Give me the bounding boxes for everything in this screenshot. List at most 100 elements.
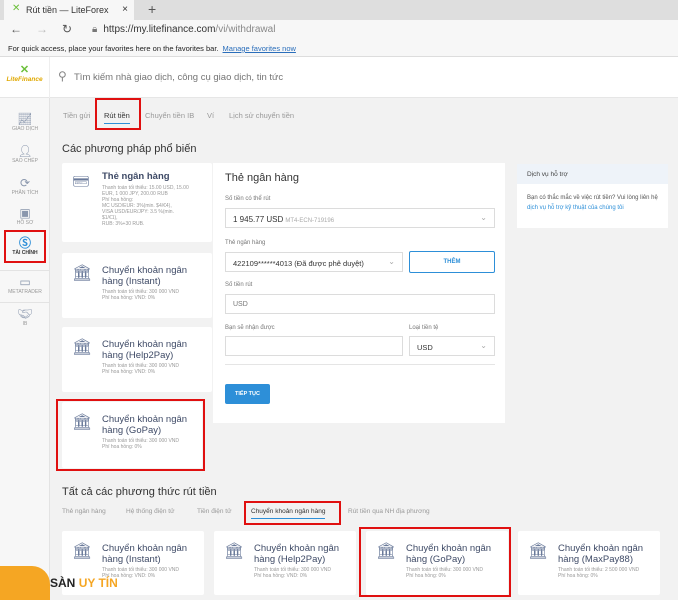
section-title-popular: Các phương pháp phổ biến xyxy=(62,143,197,155)
withdrawal-form: Thẻ ngân hàng Số tiền có thể rút 1 945.7… xyxy=(213,163,505,423)
sidebar-label: IB xyxy=(22,321,28,327)
highlight-box xyxy=(244,501,341,525)
new-tab-icon[interactable]: + xyxy=(148,1,156,17)
card-detail: Phí hoa hồng: VND: 0% xyxy=(102,369,156,375)
tab-lich-su[interactable]: Lịch sử chuyển tiền xyxy=(229,111,294,120)
card-title: hàng (Instant) xyxy=(102,554,161,565)
card-title: Chuyển khoản ngân xyxy=(102,339,188,350)
user-icon: 👤︎ xyxy=(17,144,33,158)
sidebar-item-giao-dich[interactable]: 📈︎ GIAO DỊCH xyxy=(0,112,50,132)
account-id: MT4-ECN-719196 xyxy=(285,218,335,224)
url-path: /vi/withdrawal xyxy=(215,24,276,35)
analysis-icon: ⟳ xyxy=(19,176,31,190)
watermark-logo-icon xyxy=(0,566,50,600)
account-select[interactable]: 1 945.77 USD MT4-ECN-719196 ⌄ xyxy=(225,208,495,228)
card-value: 422109******4013 (Đã được phê duyệt) xyxy=(233,259,364,268)
all-method-card-help2pay[interactable]: 🏛︎ Chuyển khoản ngân hàng (Help2Pay) Than… xyxy=(214,531,356,595)
favbar-text: For quick access, place your favorites h… xyxy=(8,44,219,53)
sidebar-label: GIAO DỊCH xyxy=(11,126,39,132)
support-text: Bạn có thắc mắc về việc rút tiền? Vui lò… xyxy=(527,195,658,201)
highlight-box xyxy=(56,399,205,471)
refresh-icon[interactable]: ↻ xyxy=(62,22,72,36)
method-tab-local-bank[interactable]: Rút tiền qua NH địa phương xyxy=(348,508,430,515)
card-select[interactable]: 422109******4013 (Đã được phê duyệt) ⌄ xyxy=(225,252,403,272)
highlight-box xyxy=(4,230,46,263)
back-icon[interactable]: ← xyxy=(10,22,22,36)
bank-icon: 🏛︎ xyxy=(72,543,93,560)
logo-mark-icon: ✕ xyxy=(19,64,30,76)
sidebar-item-sao-chep[interactable]: 👤︎ SAO CHÉP xyxy=(0,144,50,164)
method-tab-crypto[interactable]: Tiền điện tử xyxy=(197,508,231,515)
receive-field[interactable] xyxy=(225,336,403,356)
tab-vi[interactable]: Ví xyxy=(207,111,214,120)
all-method-card-maxpay88[interactable]: 🏛︎ Chuyển khoản ngân hàng (MaxPay88) Than… xyxy=(518,531,660,595)
sidebar-label: HỒ SƠ xyxy=(16,220,34,226)
chevron-down-icon: ⌄ xyxy=(388,257,395,266)
card-detail: Phí hoa hồng: VND: 0% xyxy=(102,295,156,301)
highlight-box xyxy=(95,98,141,130)
profile-icon: ▣ xyxy=(19,206,31,220)
sidebar-item-phan-tich[interactable]: ⟳ PHÂN TÍCH xyxy=(0,176,50,196)
support-link[interactable]: dịch vụ hỗ trợ kỹ thuật của chúng tôi xyxy=(527,205,624,211)
browser-tab-bar: ✕ Rút tiền — LiteForex × + xyxy=(0,0,678,20)
url-host: https://my.litefinance.com xyxy=(103,24,216,35)
available-label: Số tiền có thể rút xyxy=(225,196,271,202)
sidebar-item-ib[interactable]: 🤝︎ IB xyxy=(0,302,50,327)
sidebar-label: METATRADER xyxy=(8,289,42,295)
credit-card-icon: 💳︎ xyxy=(72,173,90,189)
watermark-text-1: SÀN xyxy=(50,576,76,590)
sidebar-item-metatrader[interactable]: ▭ METATRADER xyxy=(0,270,50,295)
bank-icon: 🏛︎ xyxy=(72,339,93,356)
app-header: ✕ LiteFinance ⚲ xyxy=(0,57,678,98)
card-title: hàng (Help2Pay) xyxy=(254,554,326,565)
tab-title: Rút tiền — LiteForex xyxy=(26,5,109,15)
method-card-instant[interactable]: 🏛︎ Chuyển khoản ngân hàng (Instant) Thanh… xyxy=(62,253,212,318)
close-tab-icon[interactable]: × xyxy=(122,4,128,15)
bank-icon: 🏛︎ xyxy=(528,543,549,560)
chevron-down-icon: ⌄ xyxy=(480,341,487,350)
method-tab-e-systems[interactable]: Hệ thống điện tử xyxy=(126,508,174,515)
favorites-bar: For quick access, place your favorites h… xyxy=(0,40,678,57)
card-title: hàng (MaxPay88) xyxy=(558,554,633,565)
card-label: Thẻ ngân hàng xyxy=(225,240,266,246)
currency-label: Loại tiền tệ xyxy=(409,325,439,331)
card-title: Chuyển khoản ngân xyxy=(558,543,644,554)
method-card-bank-card[interactable]: 💳︎ Thẻ ngân hàng Thanh toán tối thiểu: 1… xyxy=(62,163,212,242)
bank-icon: 🏛︎ xyxy=(72,265,93,282)
handshake-icon: 🤝︎ xyxy=(17,307,33,321)
browser-tab[interactable]: ✕ Rút tiền — LiteForex × xyxy=(4,0,134,20)
search-input[interactable] xyxy=(74,68,474,86)
currency-select[interactable]: USD ⌄ xyxy=(409,336,495,356)
sidebar-item-ho-so[interactable]: ▣ HỒ SƠ xyxy=(0,206,50,226)
method-card-help2pay[interactable]: 🏛︎ Chuyển khoản ngân hàng (Help2Pay) Than… xyxy=(62,327,212,392)
manage-favorites-link[interactable]: Manage favorites now xyxy=(223,44,296,53)
card-detail: RUB: 3%+30 RUB. xyxy=(102,221,145,227)
forward-icon[interactable]: → xyxy=(36,22,48,36)
url-field[interactable]: 🔒︎ https://my.litefinance.com/vi/withdraw… xyxy=(84,21,678,39)
search-icon: ⚲ xyxy=(58,69,67,83)
chart-icon: 📈︎ xyxy=(17,112,33,126)
highlight-box xyxy=(359,527,511,597)
add-card-button[interactable]: THÊM xyxy=(409,251,495,273)
card-title: Chuyển khoản ngân xyxy=(102,265,188,276)
card-title: hàng (Help2Pay) xyxy=(102,350,174,361)
amount-input[interactable] xyxy=(225,294,495,314)
card-detail: Phí hoa hồng: VND: 0% xyxy=(254,573,308,579)
card-title: Chuyển khoản ngân xyxy=(102,543,188,554)
logo[interactable]: ✕ LiteFinance xyxy=(0,57,50,98)
sidebar: 📈︎ GIAO DỊCH 👤︎ SAO CHÉP ⟳ PHÂN TÍCH ▣ HỒ SƠ… xyxy=(0,98,50,600)
watermark-text-2: UY TÍN xyxy=(78,576,118,590)
tab-chuyen-tien-ib[interactable]: Chuyển tiền IB xyxy=(145,111,194,120)
card-title: Chuyển khoản ngân xyxy=(254,543,340,554)
card-title: hàng (Instant) xyxy=(102,276,161,287)
amount-label: Số tiền rút xyxy=(225,282,253,288)
sidebar-label: SAO CHÉP xyxy=(12,158,38,164)
window-icon: ▭ xyxy=(19,275,31,289)
support-panel: Dịch vụ hỗ trợ Bạn có thắc mắc về việc r… xyxy=(517,164,668,228)
currency-value: USD xyxy=(417,343,433,352)
card-title: Thẻ ngân hàng xyxy=(102,171,170,182)
continue-button[interactable]: TIẾP TỤC xyxy=(225,384,270,404)
tab-tien-gui[interactable]: Tiền gửi xyxy=(63,111,90,120)
form-title: Thẻ ngân hàng xyxy=(225,172,300,184)
method-tab-bank-card[interactable]: Thẻ ngân hàng xyxy=(62,508,106,515)
